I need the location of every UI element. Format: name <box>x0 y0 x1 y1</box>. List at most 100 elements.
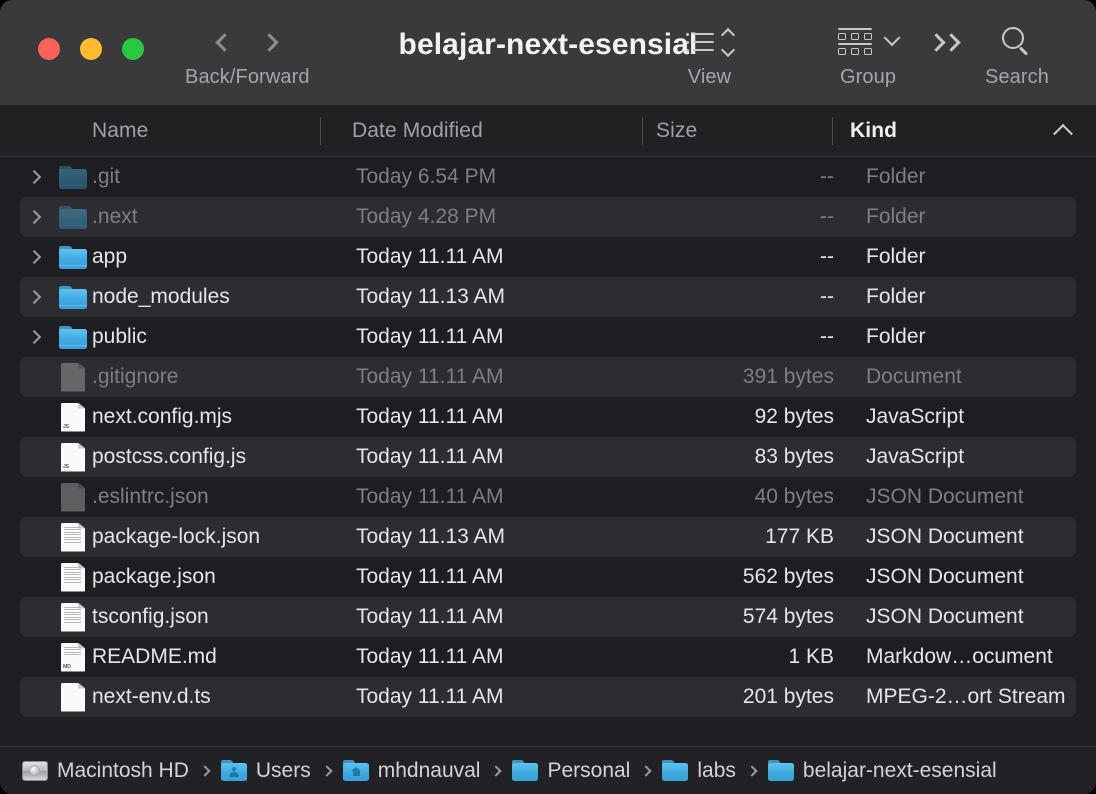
file-icon <box>54 363 92 392</box>
table-row[interactable]: package-lock.jsonToday 11.13 AM177 KBJSO… <box>20 517 1076 557</box>
cell-date-modified: Today 11.13 AM <box>350 285 672 309</box>
cell-date-modified: Today 11.11 AM <box>350 565 672 589</box>
search-label: Search <box>985 66 1049 89</box>
breadcrumb-item[interactable]: Personal <box>512 759 630 783</box>
column-divider[interactable] <box>642 117 643 145</box>
cell-date-modified: Today 11.11 AM <box>350 685 672 709</box>
column-header-size[interactable]: Size <box>642 105 832 156</box>
cell-kind: Folder <box>848 245 1076 269</box>
cell-date-modified: Today 11.11 AM <box>350 325 672 349</box>
breadcrumb-item[interactable]: Users <box>221 759 311 783</box>
view-label: View <box>688 66 731 89</box>
table-row[interactable]: .eslintrc.jsonToday 11.11 AM40 bytesJSON… <box>20 477 1076 517</box>
close-button[interactable] <box>38 38 60 60</box>
group-control[interactable]: Group <box>838 18 898 89</box>
table-row[interactable]: .gitToday 6.54 PM--Folder <box>20 157 1076 197</box>
column-header-kind[interactable]: Kind <box>832 105 1096 156</box>
file-icon <box>54 523 92 552</box>
chevron-up-down-icon[interactable] <box>723 30 733 55</box>
cell-date-modified: Today 11.11 AM <box>350 405 672 429</box>
table-row[interactable]: .nextToday 4.28 PM--Folder <box>20 197 1076 237</box>
file-icon <box>54 563 92 592</box>
toolbar-overflow-control[interactable] <box>930 18 958 66</box>
cell-date-modified: Today 11.11 AM <box>350 365 672 389</box>
table-row[interactable]: package.jsonToday 11.11 AM562 bytesJSON … <box>20 557 1076 597</box>
disclosure-triangle-icon[interactable] <box>20 332 54 342</box>
cell-date-modified: Today 11.13 AM <box>350 525 672 549</box>
file-icon <box>54 326 92 349</box>
column-divider[interactable] <box>320 117 321 145</box>
back-icon[interactable] <box>216 33 234 51</box>
table-row[interactable]: JSnext.config.mjsToday 11.11 AM92 bytesJ… <box>20 397 1076 437</box>
cell-kind: Folder <box>848 205 1076 229</box>
cell-date-modified: Today 11.11 AM <box>350 645 672 669</box>
cell-size: 1 KB <box>672 645 848 669</box>
cell-name: next.config.mjs <box>92 405 350 429</box>
maximize-button[interactable] <box>122 38 144 60</box>
search-control[interactable]: Search <box>985 18 1049 89</box>
chevron-down-icon[interactable] <box>884 29 901 46</box>
table-row[interactable]: .gitignoreToday 11.11 AM391 bytesDocumen… <box>20 357 1076 397</box>
cell-kind: JSON Document <box>848 525 1076 549</box>
file-icon: JS <box>54 443 92 472</box>
text-document-icon <box>61 563 85 592</box>
cell-name: public <box>92 325 350 349</box>
breadcrumb-separator-icon <box>746 765 757 776</box>
folder-icon <box>59 246 87 269</box>
list-view-icon[interactable] <box>686 33 714 52</box>
file-icon: JS <box>54 403 92 432</box>
sort-ascending-icon[interactable] <box>1053 123 1073 143</box>
home-folder-icon <box>343 760 369 781</box>
group-grid-icon[interactable] <box>838 28 872 56</box>
table-row[interactable]: next-env.d.tsToday 11.11 AM201 bytesMPEG… <box>20 677 1076 717</box>
blank-document-icon <box>61 683 85 712</box>
js-document-icon: JS <box>61 443 85 472</box>
cell-size: 201 bytes <box>672 685 848 709</box>
file-list[interactable]: .gitToday 6.54 PM--Folder.nextToday 4.28… <box>0 157 1096 746</box>
column-header-name[interactable]: Name <box>0 105 320 156</box>
column-divider[interactable] <box>832 117 833 145</box>
md-document-icon: MD <box>61 643 85 672</box>
breadcrumb-item[interactable]: belajar-next-esensial <box>768 759 997 783</box>
column-header-kind-label: Kind <box>850 119 897 143</box>
cell-kind: Folder <box>848 285 1076 309</box>
cell-name: package-lock.json <box>92 525 350 549</box>
disclosure-triangle-icon[interactable] <box>20 172 54 182</box>
cell-size: 40 bytes <box>672 485 848 509</box>
disclosure-triangle-icon[interactable] <box>20 252 54 262</box>
folder-icon <box>59 286 87 309</box>
table-row[interactable]: node_modulesToday 11.13 AM--Folder <box>20 277 1076 317</box>
cell-name: .next <box>92 205 350 229</box>
search-icon[interactable] <box>1002 27 1032 57</box>
double-chevron-right-icon[interactable] <box>930 36 958 49</box>
table-row[interactable]: publicToday 11.11 AM--Folder <box>20 317 1076 357</box>
file-icon <box>54 246 92 269</box>
finder-window: Back/Forward belajar-next-esensial View <box>0 0 1096 794</box>
table-row[interactable]: MDREADME.mdToday 11.11 AM1 KBMarkdow…ocu… <box>20 637 1076 677</box>
table-row[interactable]: appToday 11.11 AM--Folder <box>20 237 1076 277</box>
minimize-button[interactable] <box>80 38 102 60</box>
breadcrumb-item[interactable]: labs <box>662 759 736 783</box>
disclosure-triangle-icon[interactable] <box>20 292 54 302</box>
column-header-row: Name Date Modified Size Kind <box>0 105 1096 157</box>
cell-size: -- <box>672 325 848 349</box>
view-control[interactable]: View <box>686 18 733 89</box>
table-row[interactable]: tsconfig.jsonToday 11.11 AM574 bytesJSON… <box>20 597 1076 637</box>
window-toolbar: Back/Forward belajar-next-esensial View <box>0 0 1096 105</box>
users-folder-icon <box>221 760 247 781</box>
cell-date-modified: Today 11.11 AM <box>350 485 672 509</box>
table-row[interactable]: JSpostcss.config.jsToday 11.11 AM83 byte… <box>20 437 1076 477</box>
cell-size: -- <box>672 205 848 229</box>
column-header-date-modified[interactable]: Date Modified <box>320 105 642 156</box>
cell-kind: Folder <box>848 325 1076 349</box>
js-document-icon: JS <box>61 403 85 432</box>
cell-name: .eslintrc.json <box>92 485 350 509</box>
cell-kind: Document <box>848 365 1076 389</box>
cell-name: next-env.d.ts <box>92 685 350 709</box>
disclosure-triangle-icon[interactable] <box>20 212 54 222</box>
plain-document-icon <box>61 363 85 392</box>
forward-icon[interactable] <box>261 33 279 51</box>
cell-size: 391 bytes <box>672 365 848 389</box>
breadcrumb-item[interactable]: mhdnauval <box>343 759 481 783</box>
breadcrumb-item[interactable]: Macintosh HD <box>22 759 189 783</box>
